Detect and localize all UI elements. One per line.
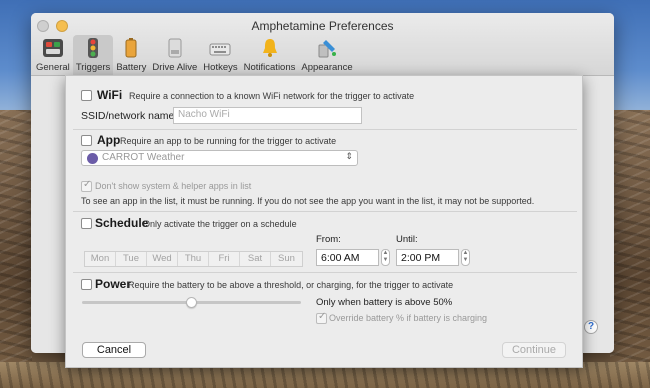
help-button[interactable]: ? [584,320,598,334]
tab-appearance[interactable]: Appearance [298,35,355,75]
hide-helpers-label: Don't show system & helper apps in list [95,181,252,191]
divider [73,272,577,273]
battery-icon [120,37,142,59]
tab-battery-label: Battery [116,62,147,73]
tab-triggers-label: Triggers [75,62,111,73]
from-time-input[interactable]: 6:00 AM [316,249,379,266]
tab-notifications-label: Notifications [243,62,296,73]
tab-drive-alive-label: Drive Alive [152,62,198,73]
bell-icon [259,37,281,59]
tab-hotkeys[interactable]: Hotkeys [200,35,240,75]
schedule-title: Schedule [95,216,149,230]
hide-helpers-checkbox[interactable] [81,179,92,192]
desktop-wallpaper-right [610,110,650,388]
tab-triggers[interactable]: Triggers [72,35,114,75]
schedule-checkbox[interactable] [81,218,92,229]
weekday-selector: Mon Tue Wed Thu Fri Sat Sun [84,251,303,267]
continue-button[interactable]: Continue [502,342,566,358]
day-sat[interactable]: Sat [240,252,271,266]
day-thu[interactable]: Thu [178,252,209,266]
battery-threshold-slider[interactable] [186,297,197,308]
day-mon[interactable]: Mon [85,252,116,266]
tab-notifications[interactable]: Notifications [241,35,299,75]
app-title: App [97,133,121,147]
battery-threshold-label: Only when battery is above 50% [316,297,453,308]
app-checkbox[interactable] [81,135,92,146]
until-time-stepper[interactable]: ▲ ▼ [461,249,470,266]
day-tue[interactable]: Tue [116,252,147,266]
app-select[interactable]: CARROT Weather ⇕ [81,150,358,166]
power-title: Power [95,277,132,291]
preferences-toolbar: General Triggers Battery Drive Alive Hot… [33,35,356,75]
until-time-input[interactable]: 2:00 PM [396,249,459,266]
day-wed[interactable]: Wed [147,252,178,266]
tab-battery[interactable]: Battery [113,35,149,75]
popup-arrows-icon: ⇕ [345,151,353,161]
schedule-description: Only activate the trigger on a schedule [143,219,297,229]
window-titlebar: Amphetamine Preferences General Triggers… [31,13,614,76]
override-charging-label: Override battery % if battery is chargin… [329,313,488,323]
day-fri[interactable]: Fri [209,252,240,266]
tab-hotkeys-label: Hotkeys [203,62,238,73]
drive-icon [164,37,186,59]
app-select-value: CARROT Weather [102,152,185,163]
divider [73,129,577,130]
carrot-weather-app-icon [87,153,98,164]
wifi-checkbox[interactable] [81,90,92,101]
power-description: Require the battery to be above a thresh… [128,280,454,290]
app-description: Require an app to be running for the tri… [120,136,337,146]
paint-icon [316,37,338,59]
from-time-stepper[interactable]: ▲ ▼ [381,249,390,266]
cancel-button[interactable]: Cancel [82,342,146,358]
day-sun[interactable]: Sun [271,252,302,266]
from-label: From: [316,234,341,245]
divider [73,211,577,212]
add-trigger-sheet: WiFi Require a connection to a known WiF… [65,75,583,368]
traffic-light-icon [82,37,104,59]
override-charging-checkbox[interactable] [316,311,327,324]
wifi-title: WiFi [97,88,123,102]
tab-general-label: General [36,62,70,73]
general-switches-icon [42,37,64,59]
wifi-description: Require a connection to a known WiFi net… [129,91,415,101]
keyboard-icon [209,37,231,59]
ssid-input[interactable]: Nacho WiFi [173,107,362,124]
tab-appearance-label: Appearance [301,62,353,73]
tab-drive-alive[interactable]: Drive Alive [149,35,200,75]
desktop-wallpaper-left [0,110,32,388]
ssid-label: SSID/network name: [81,110,178,122]
app-info-text: To see an app in the list, it must be ru… [81,196,535,206]
until-label: Until: [396,234,418,245]
tab-general[interactable]: General [33,35,73,75]
power-checkbox[interactable] [81,279,92,290]
window-title: Amphetamine Preferences [251,19,394,33]
